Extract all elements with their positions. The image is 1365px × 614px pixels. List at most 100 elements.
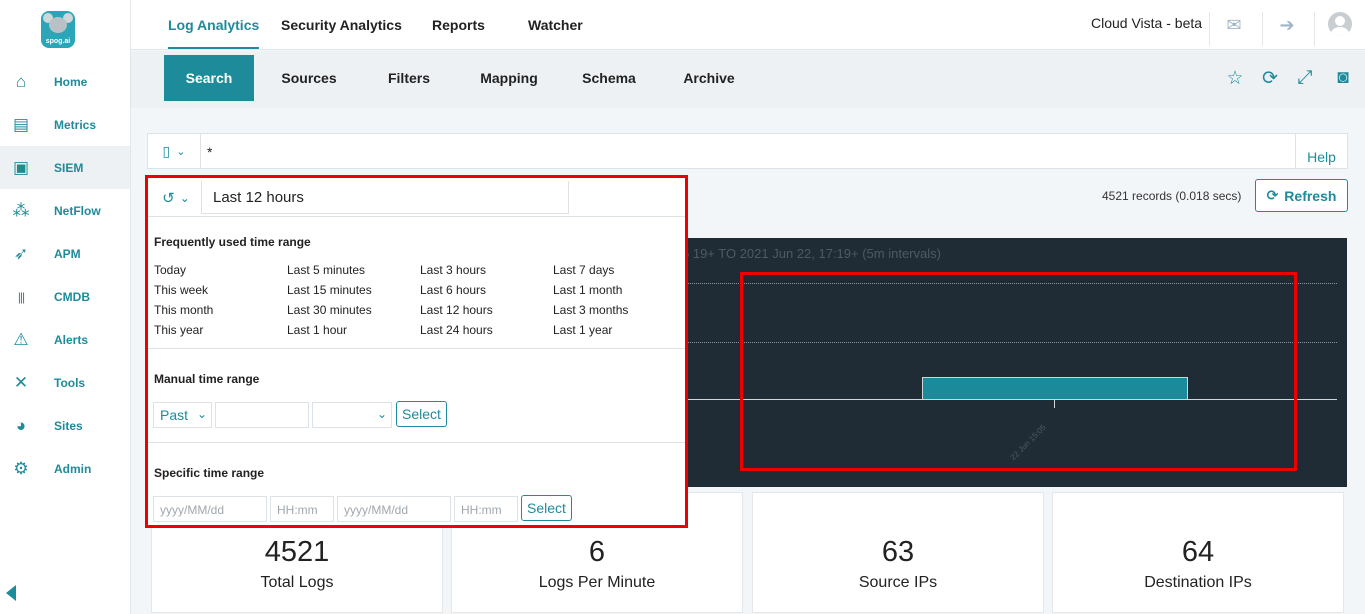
instance-name: Cloud Vista - beta — [1091, 15, 1203, 31]
time-picker-panel: ↺ ⌄ Last 12 hours Frequently used time r… — [145, 175, 688, 528]
records-count: 4521 records (0.018 secs) — [1102, 189, 1242, 203]
sidebar-item-label: Home — [54, 74, 88, 89]
current-time-range[interactable]: Last 12 hours — [202, 181, 569, 214]
sidebar-item-sites[interactable]: ◕ Sites — [0, 404, 130, 447]
expand-icon[interactable]: ⤢ — [1294, 67, 1316, 89]
start-time-input[interactable]: HH:mm — [270, 496, 334, 522]
avatar-body — [1331, 27, 1349, 36]
sidebar-item-label: Sites — [54, 418, 83, 433]
stat-value: 64 — [1181, 536, 1215, 568]
tab-mapping[interactable]: Mapping — [464, 55, 554, 101]
tab-watcher[interactable]: Watcher — [528, 17, 583, 33]
sidebar-item-label: Admin — [54, 461, 92, 476]
collapse-sidebar-icon[interactable] — [6, 585, 16, 601]
refresh-button[interactable]: ⟳ Refresh — [1255, 179, 1348, 212]
time-history-dropdown[interactable]: ↺ ⌄ — [151, 181, 202, 214]
sidebar-item-label: Alerts — [54, 332, 89, 347]
range-option[interactable]: This week — [154, 283, 208, 297]
sidebar-item-siem[interactable]: ▣ SIEM — [0, 146, 130, 189]
divider — [148, 216, 685, 217]
range-option[interactable]: Last 15 minutes — [287, 283, 372, 297]
range-option[interactable]: Today — [154, 263, 186, 277]
tab-reports[interactable]: Reports — [432, 17, 485, 33]
tab-sources[interactable]: Sources — [264, 55, 354, 101]
gear-icon: ⚙ — [13, 458, 29, 478]
sidebar-item-netflow[interactable]: ⁂ NetFlow — [0, 189, 130, 232]
range-option[interactable]: Last 12 hours — [420, 303, 493, 317]
tab-security-analytics[interactable]: Security Analytics — [281, 17, 402, 33]
tab-log-analytics[interactable]: Log Analytics — [168, 17, 259, 33]
spog-logo[interactable]: spog.ai — [41, 11, 75, 48]
range-option[interactable]: Last 3 hours — [420, 263, 486, 277]
end-date-input[interactable]: yyyy/MM/dd — [337, 496, 451, 522]
end-time-input[interactable]: HH:mm — [454, 496, 518, 522]
range-option[interactable]: Last 1 year — [553, 323, 612, 337]
tools-icon: ✕ — [13, 372, 29, 392]
stat-value: 6 — [588, 536, 606, 568]
mail-icon[interactable]: ✉ — [1224, 15, 1244, 35]
sidebar-item-cmdb[interactable]: ||| CMDB — [0, 275, 130, 318]
range-option[interactable]: This year — [154, 323, 203, 337]
manual-unit-select[interactable]: ⌄ — [312, 402, 392, 428]
manual-mode-select[interactable]: Past ⌄ — [153, 402, 212, 428]
home-icon: ⌂ — [15, 71, 27, 91]
chevron-down-icon: ⌄ — [179, 190, 190, 205]
stat-label: Source IPs — [858, 574, 938, 591]
tab-filters[interactable]: Filters — [364, 55, 454, 101]
range-option[interactable]: Last 6 hours — [420, 283, 486, 297]
manual-mode-value: Past — [160, 407, 189, 423]
manual-amount-input[interactable] — [215, 402, 309, 428]
stat-label: Total Logs — [260, 574, 334, 591]
tab-schema[interactable]: Schema — [564, 55, 654, 101]
chevron-down-icon: ⌄ — [176, 145, 186, 158]
sidebar-item-apm[interactable]: ➶ APM — [0, 232, 130, 275]
sidebar-item-alerts[interactable]: ⚠ Alerts — [0, 318, 130, 361]
camera-icon[interactable]: ◙ — [1332, 67, 1354, 89]
divider — [148, 442, 685, 443]
help-link[interactable]: Help — [1295, 134, 1347, 168]
sidebar: spog.ai ⌂ Home ▤ Metrics ▣ SIEM ⁂ NetFlo… — [0, 0, 131, 614]
sidebar-item-admin[interactable]: ⚙ Admin — [0, 447, 130, 490]
netflow-icon: ⁂ — [12, 200, 30, 220]
tab-archive[interactable]: Archive — [664, 55, 754, 101]
specific-select-button[interactable]: Select — [521, 495, 572, 521]
range-option[interactable]: Last 24 hours — [420, 323, 493, 337]
star-icon[interactable]: ☆ — [1224, 67, 1246, 89]
refresh-label: Refresh — [1284, 187, 1337, 204]
divider — [1314, 12, 1315, 46]
active-tab-indicator — [168, 47, 259, 49]
sidebar-item-metrics[interactable]: ▤ Metrics — [0, 103, 130, 146]
range-option[interactable]: Last 3 months — [553, 303, 628, 317]
range-option[interactable]: Last 1 month — [553, 283, 622, 297]
chevron-down-icon: ⌄ — [196, 407, 207, 421]
range-option[interactable]: Last 5 minutes — [287, 263, 365, 277]
range-option[interactable]: Last 1 hour — [287, 323, 347, 337]
manual-select-button[interactable]: Select — [396, 401, 447, 427]
sidebar-item-label: APM — [54, 246, 81, 261]
sidebar-item-label: Tools — [54, 375, 86, 390]
tab-search[interactable]: Search — [164, 55, 254, 101]
range-option[interactable]: Last 7 days — [553, 263, 614, 277]
start-date-input[interactable]: yyyy/MM/dd — [153, 496, 267, 522]
sidebar-item-label: SIEM — [54, 160, 84, 175]
sidebar-item-home[interactable]: ⌂ Home — [0, 60, 130, 103]
metrics-icon: ▤ — [12, 114, 30, 134]
sidebar-item-tools[interactable]: ✕ Tools — [0, 361, 130, 404]
range-option[interactable]: Last 30 minutes — [287, 303, 372, 317]
stat-card-destination-ips: 64 Destination IPs — [1052, 492, 1344, 613]
query-input[interactable]: * — [207, 144, 212, 160]
logo-text: spog.ai — [45, 38, 71, 45]
avatar[interactable] — [1328, 12, 1352, 36]
manual-heading: Manual time range — [154, 372, 260, 386]
query-type-dropdown[interactable]: ▯ ⌄ — [148, 134, 201, 168]
logout-icon[interactable]: ➔ — [1277, 15, 1297, 35]
range-option[interactable]: This month — [154, 303, 213, 317]
rocket-icon: ➶ — [13, 243, 29, 263]
sync-icon[interactable]: ⟳ — [1259, 67, 1281, 89]
barcode-icon: ||| — [17, 289, 25, 304]
stat-label: Logs Per Minute — [538, 574, 656, 591]
globe-icon: ◕ — [15, 415, 27, 435]
avatar-head — [1335, 16, 1345, 26]
sidebar-item-label: NetFlow — [54, 203, 101, 218]
stat-label: Destination IPs — [1144, 574, 1252, 591]
